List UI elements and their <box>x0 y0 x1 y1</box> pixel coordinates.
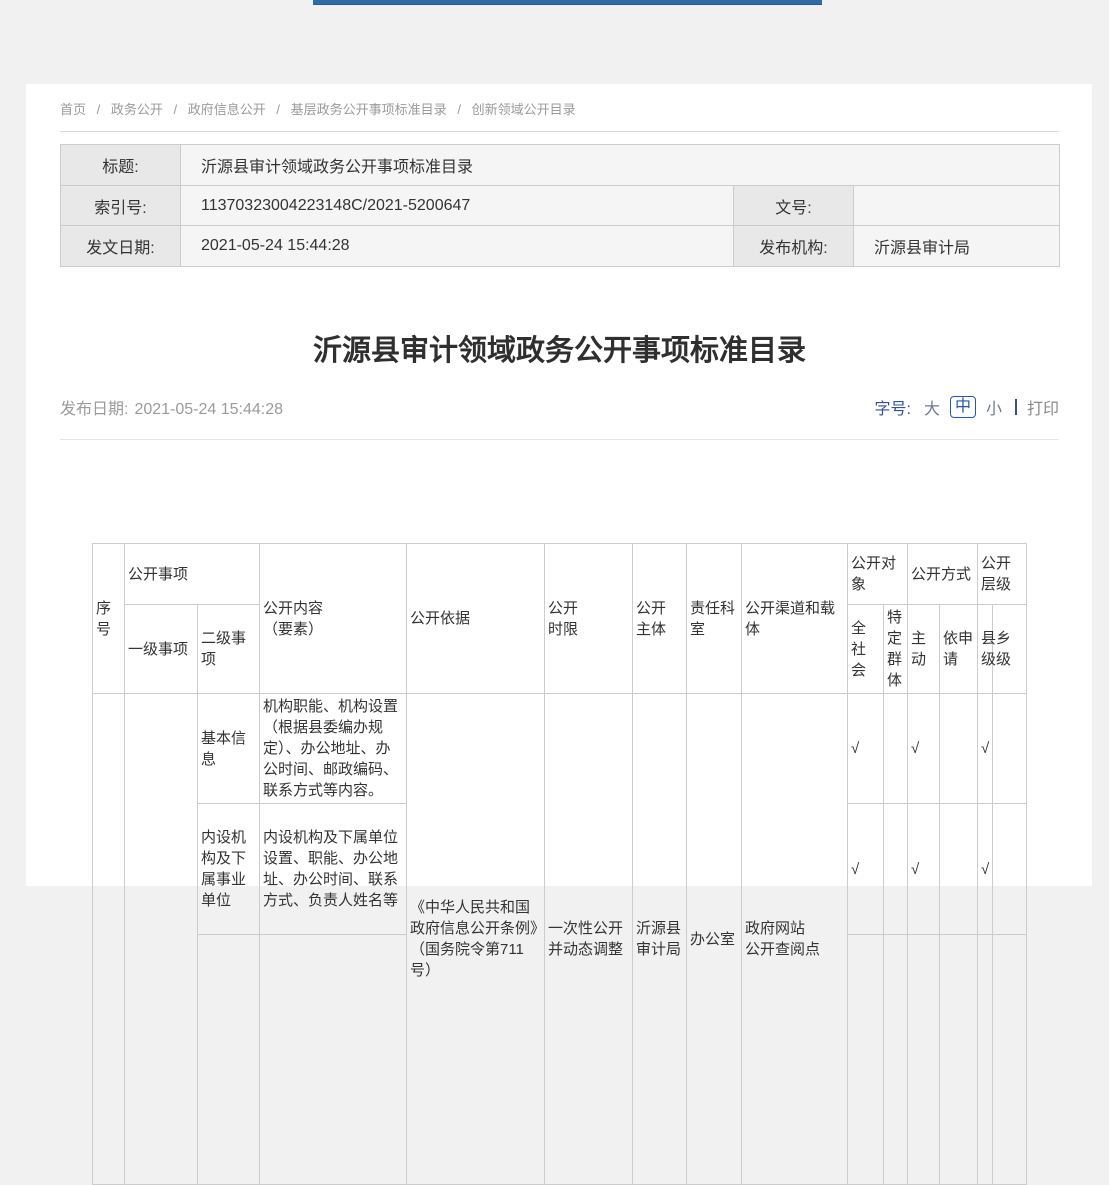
breadcrumb-separator: / <box>174 102 178 117</box>
cell-check-all-society: √ <box>847 804 883 935</box>
breadcrumb: 首页 / 政务公开 / 政府信息公开 / 基层政务公开事项标准目录 / 创新领域… <box>60 84 1059 132</box>
header-subject: 公开 主体 <box>632 544 686 694</box>
meta-docnum-value <box>854 186 1060 226</box>
cell-subject: 沂源县审计局 <box>632 694 686 1185</box>
meta-index-value: 11370323004223148C/2021-5200647 <box>181 186 734 226</box>
cell-office: 办公室 <box>686 694 741 1185</box>
header-on-request: 依申请 <box>940 605 978 694</box>
header-level1: 一级事项 <box>124 605 197 694</box>
header-township: 乡级 <box>993 605 1027 694</box>
header-serial: 序号 <box>92 544 124 694</box>
cell-empty <box>993 935 1027 1185</box>
catalog-header-row-1: 序号 公开事项 公开内容 （要素） 公开依据 公开 时限 公开 主体 责任科室 … <box>92 544 1026 605</box>
meta-table: 标题: 沂源县审计领域政务公开事项标准目录 索引号: 1137032300422… <box>60 144 1060 267</box>
breadcrumb-separator: / <box>457 102 461 117</box>
meta-date-value: 2021-05-24 15:44:28 <box>181 226 734 267</box>
cell-empty <box>908 935 940 1185</box>
cell-serial <box>92 694 124 1185</box>
header-active: 主动 <box>908 605 940 694</box>
cell-check-township <box>993 694 1027 804</box>
header-county: 县级 <box>978 605 993 694</box>
meta-title-value: 沂源县审计领域政务公开事项标准目录 <box>181 145 1060 186</box>
print-button[interactable]: 打印 <box>1027 395 1059 419</box>
meta-title-label: 标题: <box>61 145 181 186</box>
cell-channel: 政府网站 公开查阅点 <box>741 694 847 1185</box>
cell-empty <box>883 935 907 1185</box>
cell-check-active: √ <box>908 694 940 804</box>
catalog-table: 序号 公开事项 公开内容 （要素） 公开依据 公开 时限 公开 主体 责任科室 … <box>92 543 1027 1185</box>
header-target-group: 公开对象 <box>847 544 907 605</box>
cell-level2: 基本信息 <box>197 694 259 804</box>
cell-time-limit: 一次性公开并动态调整 <box>544 694 632 1185</box>
table-row: 基本信息 机构职能、机构设置（根据县委编办规定）、办公地址、办公时间、邮政编码、… <box>92 694 1026 804</box>
article-meta-row: 发布日期: 2021-05-24 15:44:28 字号: 大 中 小 打印 <box>60 395 1059 440</box>
font-large-button[interactable]: 大 <box>924 395 940 419</box>
publish-date: 发布日期: 2021-05-24 15:44:28 <box>60 395 283 419</box>
meta-org-label: 发布机构: <box>734 226 854 267</box>
breadcrumb-item-xinxi[interactable]: 政府信息公开 <box>188 102 266 117</box>
breadcrumb-item-zhengwu[interactable]: 政务公开 <box>111 102 163 117</box>
cell-empty <box>847 935 883 1185</box>
breadcrumb-item-jiceng[interactable]: 基层政务公开事项标准目录 <box>291 102 447 117</box>
meta-org-value: 沂源县审计局 <box>854 226 1060 267</box>
top-nav-bar-fragment <box>313 0 822 5</box>
header-content: 公开内容 （要素） <box>259 544 406 694</box>
font-small-button[interactable]: 小 <box>986 395 1002 419</box>
cell-content: 内设机构及下属单位设置、职能、办公地址、办公时间、联系方式、负责人姓名等 <box>259 804 406 935</box>
publish-date-value: 2021-05-24 15:44:28 <box>134 401 283 418</box>
meta-index-label: 索引号: <box>61 186 181 226</box>
divider <box>1015 399 1017 415</box>
meta-docnum-label: 文号: <box>734 186 854 226</box>
header-office: 责任科室 <box>686 544 741 694</box>
header-level-group: 公开 层级 <box>978 544 1027 605</box>
header-specific-group: 特定群体 <box>883 605 907 694</box>
publish-date-label: 发布日期: <box>60 401 128 418</box>
font-size-control: 字号: 大 中 小 打印 <box>874 395 1059 419</box>
meta-date-label: 发文日期: <box>61 226 181 267</box>
cell-level2-empty <box>197 935 259 1185</box>
header-all-society: 全社会 <box>847 605 883 694</box>
header-level2: 二级事项 <box>197 605 259 694</box>
cell-empty <box>978 935 993 1185</box>
cell-check-specific-group <box>883 804 907 935</box>
cell-content-empty <box>259 935 406 1185</box>
cell-check-active: √ <box>908 804 940 935</box>
header-item-group: 公开事项 <box>124 544 259 605</box>
font-medium-button[interactable]: 中 <box>950 396 976 418</box>
cell-check-specific-group <box>883 694 907 804</box>
header-method-group: 公开方式 <box>908 544 978 605</box>
cell-check-all-society: √ <box>847 694 883 804</box>
header-channel: 公开渠道和载体 <box>741 544 847 694</box>
content-card: 首页 / 政务公开 / 政府信息公开 / 基层政务公开事项标准目录 / 创新领域… <box>26 84 1092 886</box>
cell-content: 机构职能、机构设置（根据县委编办规定）、办公地址、办公时间、邮政编码、联系方式等… <box>259 694 406 804</box>
breadcrumb-item-current[interactable]: 创新领域公开目录 <box>472 102 576 117</box>
meta-row-date: 发文日期: 2021-05-24 15:44:28 发布机构: 沂源县审计局 <box>61 226 1060 267</box>
meta-row-title: 标题: 沂源县审计领域政务公开事项标准目录 <box>61 145 1060 186</box>
cell-level2: 内设机构及下属事业单位 <box>197 804 259 935</box>
cell-check-township <box>993 804 1027 935</box>
cell-empty <box>940 935 978 1185</box>
font-size-label: 字号: <box>874 395 910 419</box>
article-title: 沂源县审计领域政务公开事项标准目录 <box>60 329 1059 373</box>
cell-level1 <box>124 694 197 1185</box>
meta-row-index: 索引号: 11370323004223148C/2021-5200647 文号: <box>61 186 1060 226</box>
breadcrumb-separator: / <box>97 102 101 117</box>
breadcrumb-item-home[interactable]: 首页 <box>60 102 86 117</box>
cell-check-county: √ <box>978 804 993 935</box>
cell-check-on-request <box>940 804 978 935</box>
header-time-limit: 公开 时限 <box>544 544 632 694</box>
content-inner: 首页 / 政务公开 / 政府信息公开 / 基层政务公开事项标准目录 / 创新领域… <box>60 84 1059 1185</box>
cell-basis: 《中华人民共和国政府信息公开条例》（国务院令第711号） <box>406 694 544 1185</box>
cell-check-county: √ <box>978 694 993 804</box>
cell-check-on-request <box>940 694 978 804</box>
header-basis: 公开依据 <box>406 544 544 694</box>
breadcrumb-separator: / <box>276 102 280 117</box>
